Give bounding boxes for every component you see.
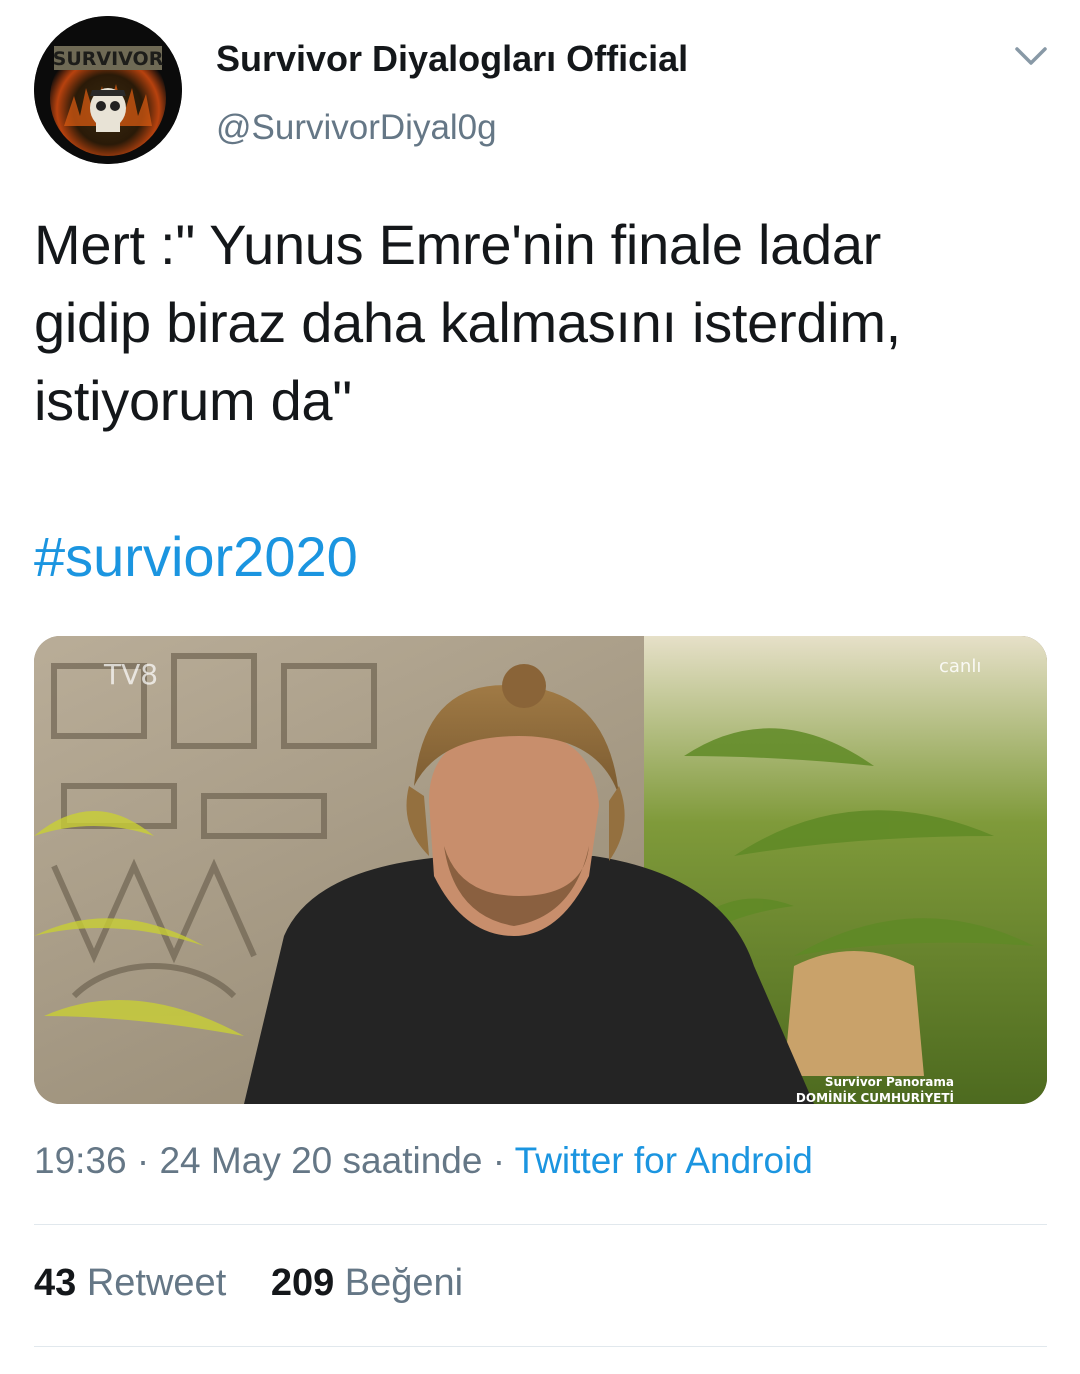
survivor-logo-image: SURVIVOR <box>34 16 182 164</box>
hashtag-link[interactable]: #survior2020 <box>34 518 358 596</box>
tweet-date[interactable]: 24 May 20 saatinde <box>159 1140 482 1181</box>
divider <box>34 1346 1047 1347</box>
tweet-media-image[interactable]: TV8 canlı Survivor Panorama DOMİNİK CUMH… <box>34 636 1047 1104</box>
tweet-text-line: Mert :" Yunus Emre'nin finale ladar <box>34 213 882 276</box>
chevron-down-icon[interactable] <box>1014 44 1048 68</box>
retweet-label: Retweet <box>86 1262 227 1304</box>
tweet-header: SURVIVOR Survivor Diyalogları Official @… <box>34 16 1048 166</box>
tweet-text-line: istiyorum da" <box>34 369 352 432</box>
avatar[interactable]: SURVIVOR <box>34 16 182 164</box>
tweet-text: Mert :" Yunus Emre'nin finale ladar gidi… <box>34 206 1044 440</box>
tweet-source-link[interactable]: Twitter for Android <box>515 1140 813 1181</box>
author-handle[interactable]: @SurvivorDiyal0g <box>216 108 497 148</box>
tv-screenshot: TV8 canlı Survivor Panorama DOMİNİK CUMH… <box>34 636 1047 1104</box>
meta-separator: · <box>136 1140 150 1181</box>
tweet-meta: 19:36 · 24 May 20 saatinde · Twitter for… <box>34 1140 813 1182</box>
divider <box>34 1224 1047 1225</box>
author-display-name[interactable]: Survivor Diyalogları Official <box>216 38 688 80</box>
tv8-logo: TV8 <box>103 658 158 691</box>
like-count: 209 <box>270 1262 335 1304</box>
show-title-overlay: Survivor Panorama <box>825 1075 954 1089</box>
retweet-count: 43 <box>34 1262 77 1304</box>
tweet-time[interactable]: 19:36 <box>34 1140 127 1181</box>
tweet-stats: 43 Retweet 209 Beğeni <box>34 1262 463 1305</box>
meta-separator: · <box>492 1140 506 1181</box>
live-label: canlı <box>939 656 981 677</box>
svg-text:SURVIVOR: SURVIVOR <box>53 48 164 70</box>
like-label: Beğeni <box>344 1262 464 1304</box>
retweet-count-link[interactable]: 43 Retweet <box>34 1262 226 1305</box>
location-overlay: DOMİNİK CUMHURİYETİ <box>796 1090 954 1104</box>
tweet-text-line: gidip biraz daha kalmasını isterdim, <box>34 291 901 354</box>
like-count-link[interactable]: 209 Beğeni <box>271 1262 463 1305</box>
svg-text:TV8: TV8 <box>103 658 158 691</box>
